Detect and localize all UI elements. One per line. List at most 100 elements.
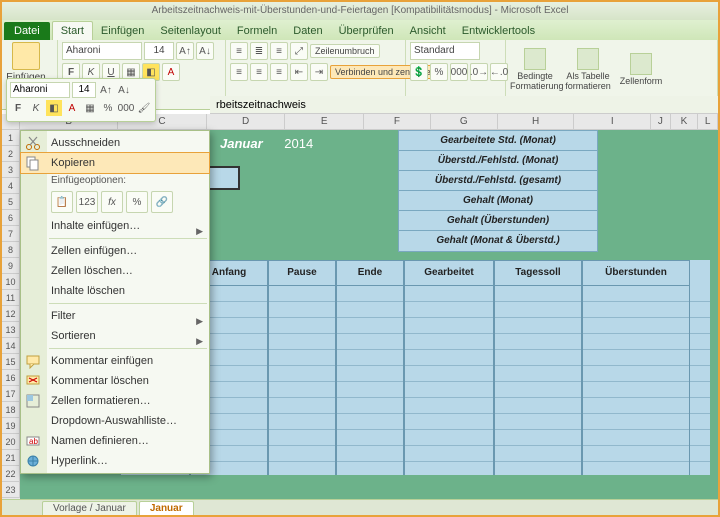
cm-format-cells[interactable]: Zellen formatieren…: [21, 391, 209, 411]
col-header-F[interactable]: F: [364, 114, 431, 130]
mini-fill-color[interactable]: ◧: [46, 100, 62, 116]
row-header-2[interactable]: 2: [2, 146, 20, 162]
percent-button[interactable]: %: [430, 63, 448, 81]
align-center-button[interactable]: ≡: [250, 63, 268, 81]
row-header-20[interactable]: 20: [2, 434, 20, 450]
formula-bar[interactable]: rbeitszeitnachweis: [210, 96, 718, 114]
tab-formeln[interactable]: Formeln: [229, 22, 285, 40]
table-column[interactable]: [404, 286, 494, 475]
font-name-select[interactable]: Aharoni: [62, 42, 142, 60]
align-middle-button[interactable]: ≣: [250, 42, 268, 60]
cm-define-name[interactable]: ab Namen definieren…: [21, 431, 209, 451]
mini-border[interactable]: ▦: [82, 100, 98, 116]
row-header-6[interactable]: 6: [2, 210, 20, 226]
row-header-7[interactable]: 7: [2, 226, 20, 242]
cm-insert-cells[interactable]: Zellen einfügen…: [21, 241, 209, 261]
file-tab[interactable]: Datei: [4, 22, 50, 40]
number-format-select[interactable]: Standard: [410, 42, 480, 60]
wrap-text-button[interactable]: Zeilenumbruch: [310, 44, 380, 58]
row-header-8[interactable]: 8: [2, 242, 20, 258]
col-header-G[interactable]: G: [431, 114, 498, 130]
cm-clear-contents[interactable]: Inhalte löschen: [21, 281, 209, 301]
table-column[interactable]: [582, 286, 690, 475]
col-header-K[interactable]: K: [671, 114, 699, 130]
row-header-5[interactable]: 5: [2, 194, 20, 210]
paste-all-button[interactable]: 📋: [51, 191, 73, 213]
row-header-23[interactable]: 23: [2, 482, 20, 498]
mini-format-painter[interactable]: 🖌: [136, 100, 152, 116]
row-header-17[interactable]: 17: [2, 386, 20, 402]
cm-sort[interactable]: Sortieren▶: [21, 326, 209, 346]
mini-percent[interactable]: %: [100, 100, 116, 116]
col-header-L[interactable]: L: [698, 114, 718, 130]
cm-copy[interactable]: Kopieren: [21, 153, 209, 173]
row-header-16[interactable]: 16: [2, 370, 20, 386]
align-top-button[interactable]: ≡: [230, 42, 248, 60]
cm-paste-special[interactable]: Inhalte einfügen…▶: [21, 216, 209, 236]
align-right-button[interactable]: ≡: [270, 63, 288, 81]
font-size-select[interactable]: 14: [144, 42, 174, 60]
col-header-J[interactable]: J: [651, 114, 671, 130]
tab-seitenlayout[interactable]: Seitenlayout: [152, 22, 229, 40]
table-column[interactable]: [494, 286, 582, 475]
mini-font-color[interactable]: A: [64, 100, 80, 116]
row-header-18[interactable]: 18: [2, 402, 20, 418]
row-header-14[interactable]: 14: [2, 338, 20, 354]
row-header-19[interactable]: 19: [2, 418, 20, 434]
cm-hyperlink[interactable]: Hyperlink…: [21, 451, 209, 471]
row-header-12[interactable]: 12: [2, 306, 20, 322]
table-column[interactable]: [268, 286, 336, 475]
paste-formulas-button[interactable]: fx: [101, 191, 123, 213]
tab-entwicklertools[interactable]: Entwicklertools: [454, 22, 543, 40]
table-column[interactable]: [336, 286, 404, 475]
cm-dropdown-list[interactable]: Dropdown-Auswahlliste…: [21, 411, 209, 431]
row-header-22[interactable]: 22: [2, 466, 20, 482]
row-header-11[interactable]: 11: [2, 290, 20, 306]
indent-inc-button[interactable]: ⇥: [310, 63, 328, 81]
font-color-button[interactable]: A: [162, 63, 180, 81]
paste-values-button[interactable]: 123: [76, 191, 98, 213]
paste-formatting-button[interactable]: %: [126, 191, 148, 213]
row-header-9[interactable]: 9: [2, 258, 20, 274]
col-header-E[interactable]: E: [285, 114, 364, 130]
row-header-10[interactable]: 10: [2, 274, 20, 290]
indent-dec-button[interactable]: ⇤: [290, 63, 308, 81]
sheet-tab-vorlage[interactable]: Vorlage / Januar: [42, 501, 137, 515]
mini-shrink-font[interactable]: A↓: [116, 82, 132, 98]
orientation-button[interactable]: ⤢: [290, 42, 308, 60]
tab-einfuegen[interactable]: Einfügen: [93, 22, 152, 40]
col-header-D[interactable]: D: [207, 114, 286, 130]
mini-font-select[interactable]: Aharoni: [10, 82, 70, 98]
shrink-font-button[interactable]: A↓: [196, 42, 214, 60]
row-header-4[interactable]: 4: [2, 178, 20, 194]
inc-decimal-button[interactable]: .0→: [470, 63, 488, 81]
cm-delete-comment[interactable]: Kommentar löschen: [21, 371, 209, 391]
tab-daten[interactable]: Daten: [285, 22, 330, 40]
mini-thousands[interactable]: 000: [118, 100, 134, 116]
cm-cut[interactable]: Ausschneiden: [21, 133, 209, 153]
cell-styles-button[interactable]: Zellenform: [616, 53, 666, 86]
col-header-I[interactable]: I: [574, 114, 651, 130]
sheet-tab-januar[interactable]: Januar: [139, 501, 194, 515]
conditional-formatting-button[interactable]: Bedingte Formatierung: [510, 48, 560, 91]
paste-link-button[interactable]: 🔗: [151, 191, 173, 213]
align-bottom-button[interactable]: ≡: [270, 42, 288, 60]
tab-start[interactable]: Start: [52, 21, 93, 40]
paste-button[interactable]: Einfügen: [6, 42, 46, 83]
thousands-button[interactable]: 000: [450, 63, 468, 81]
row-header-3[interactable]: 3: [2, 162, 20, 178]
format-as-table-button[interactable]: Als Tabelle formatieren: [563, 48, 613, 91]
currency-button[interactable]: 💲: [410, 63, 428, 81]
cm-delete-cells[interactable]: Zellen löschen…: [21, 261, 209, 281]
tab-ueberpruefen[interactable]: Überprüfen: [331, 22, 402, 40]
mini-bold[interactable]: F: [10, 100, 26, 116]
grow-font-button[interactable]: A↑: [176, 42, 194, 60]
align-left-button[interactable]: ≡: [230, 63, 248, 81]
cm-filter[interactable]: Filter▶: [21, 306, 209, 326]
row-header-15[interactable]: 15: [2, 354, 20, 370]
row-header-13[interactable]: 13: [2, 322, 20, 338]
cm-insert-comment[interactable]: Kommentar einfügen: [21, 351, 209, 371]
mini-italic[interactable]: K: [28, 100, 44, 116]
col-header-H[interactable]: H: [498, 114, 575, 130]
mini-size-select[interactable]: 14: [72, 82, 96, 98]
